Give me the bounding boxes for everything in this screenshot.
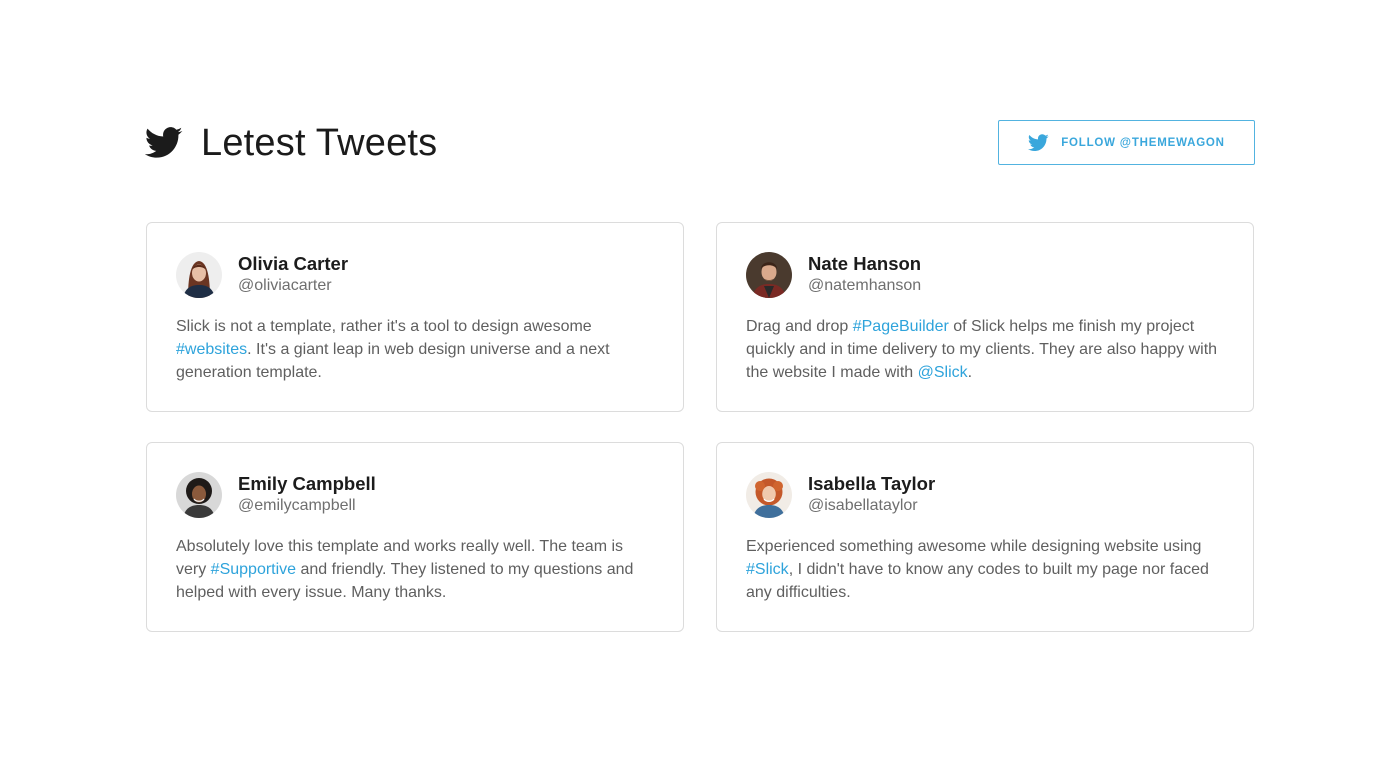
tweet-text-part: Experienced something awesome while desi… [746,538,1202,555]
avatar[interactable] [746,472,792,518]
author-name[interactable]: Olivia Carter [238,253,348,275]
tweet-text-part: , I didn't have to know any codes to bui… [746,561,1209,601]
author-name[interactable]: Isabella Taylor [808,473,935,495]
follow-button-label: FOLLOW @THEMEWAGON [1061,136,1225,149]
twitter-bird-icon [145,127,183,159]
hashtag-link[interactable]: #PageBuilder [853,318,949,335]
hashtag-link[interactable]: #websites [176,341,247,358]
twitter-bird-icon [1028,133,1049,152]
tweet-card: Nate Hanson @natemhanson Drag and drop #… [716,222,1254,412]
page: Letest Tweets FOLLOW @THEMEWAGON Olivia … [0,0,1400,782]
avatar[interactable] [176,472,222,518]
author-handle[interactable]: @oliviacarter [238,277,332,295]
tweets-header: Letest Tweets FOLLOW @THEMEWAGON [145,118,1255,168]
tweet-text-part: . [967,364,973,381]
tweet-text-part: Slick is not a template, rather it's a t… [176,318,592,335]
tweet-card: Olivia Carter @oliviacarter Slick is not… [146,222,684,412]
follow-button[interactable]: FOLLOW @THEMEWAGON [998,120,1255,165]
tweet-text: Experienced something awesome while desi… [746,535,1226,604]
tweet-text: Slick is not a template, rather it's a t… [176,315,656,384]
hashtag-link[interactable]: #Supportive [211,561,296,578]
author-name[interactable]: Nate Hanson [808,253,921,275]
section-heading: Letest Tweets [145,118,437,168]
hashtag-link[interactable]: #Slick [746,561,789,578]
author-name[interactable]: Emily Campbell [238,473,376,495]
mention-link[interactable]: @Slick [918,364,968,381]
tweet-card: Emily Campbell @emilycampbell Absolutely… [146,442,684,632]
tweet-text-part: Drag and drop [746,318,853,335]
avatar[interactable] [176,252,222,298]
tweet-card: Isabella Taylor @isabellataylor Experien… [716,442,1254,632]
avatar[interactable] [746,252,792,298]
author-handle[interactable]: @natemhanson [808,277,921,295]
tweet-text: Drag and drop #PageBuilder of Slick help… [746,315,1226,384]
author-handle[interactable]: @emilycampbell [238,497,356,515]
author-handle[interactable]: @isabellataylor [808,497,918,515]
tweet-text: Absolutely love this template and works … [176,535,656,604]
page-title: Letest Tweets [201,121,438,164]
